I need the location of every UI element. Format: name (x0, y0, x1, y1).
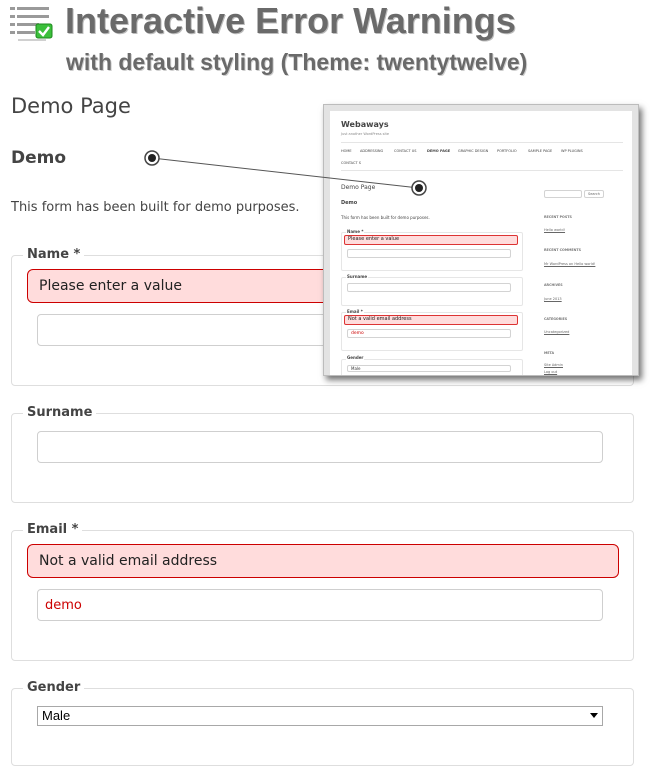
inset-nav-home: HOME (341, 149, 352, 153)
inset-gender-value: Male (351, 366, 361, 371)
inset-meta-link-logout: Log out (544, 370, 558, 374)
gender-fieldset: Gender Male (11, 680, 634, 766)
inset-page-heading: Demo Page (341, 184, 376, 191)
inset-meta: META (544, 351, 555, 355)
intro-text: This form has been built for demo purpos… (11, 200, 300, 215)
inset-name-input (347, 249, 511, 258)
inset-recent-comments-link: Mr WordPress on Hello world! (544, 262, 596, 266)
inset-nav-addressing: ADDRESSING (360, 149, 384, 153)
inset-site-title: Webaways (341, 120, 389, 129)
callout-start-dot-core (148, 154, 156, 162)
inset-nav-sample: SAMPLE PAGE (528, 149, 553, 153)
inset-nav-demo: DEMO PAGE (427, 149, 451, 153)
gender-select[interactable]: Male (37, 706, 603, 726)
inset-tagline: Just another WordPress site (341, 132, 390, 136)
inset-nav-graphic: GRAPHIC DESIGN (458, 149, 489, 153)
inset-email-input: demo (347, 329, 511, 338)
inset-nav-divider-bottom (341, 170, 623, 171)
inset-search-button: Search (584, 190, 604, 198)
email-error-message: Not a valid email address (27, 544, 619, 578)
callout-start-dot (144, 150, 160, 166)
demo-page-heading: Demo Page (11, 94, 131, 118)
surname-fieldset: Surname (11, 405, 634, 503)
inset-recent-posts-link: Hello world! (544, 228, 566, 232)
inset-nav-portfolio: PORTFOLIO (497, 149, 517, 153)
inset-nav-contact-s: CONTACT S (341, 161, 361, 165)
inset-recent-posts: RECENT POSTS (544, 215, 572, 219)
inset-archives: ARCHIVES (544, 283, 563, 287)
checklist-icon (10, 7, 53, 41)
inset-meta-link-admin: Site Admin (544, 363, 563, 367)
email-label: Email * (23, 522, 83, 537)
inset-recent-comments: RECENT COMMENTS (544, 248, 582, 252)
inset-gender-label: Gender (346, 355, 365, 360)
surname-input[interactable] (37, 431, 603, 463)
inset-screenshot: Webaways Just another WordPress site HOM… (323, 104, 639, 376)
inset-name-label: Name * (346, 229, 365, 234)
inset-page: Webaways Just another WordPress site HOM… (330, 111, 632, 375)
inset-surname-label: Surname (346, 274, 369, 279)
inset-demo-heading: Demo (341, 200, 358, 206)
inset-nav-plugins: WP PLUGINS (561, 149, 583, 153)
email-fieldset: Email * Not a valid email address (11, 522, 634, 661)
gender-selected-value: Male (42, 708, 71, 723)
demo-heading: Demo (11, 148, 67, 168)
inset-categories: CATEGORIES (544, 317, 568, 321)
inset-nav-divider-top (341, 142, 623, 143)
inset-email-label: Email * (346, 309, 364, 314)
gender-label: Gender (23, 680, 85, 695)
inset-categories-link: Uncategorized (544, 330, 570, 334)
inset-email-error: Not a valid email address (344, 315, 518, 325)
inset-name-error: Please enter a value (344, 235, 518, 245)
surname-label: Surname (23, 405, 97, 420)
inset-intro: This form has been built for demo purpos… (341, 215, 430, 220)
inset-search-input (544, 190, 582, 198)
page-title: Interactive Error Warnings (65, 0, 516, 41)
dropdown-arrow-icon (590, 713, 598, 718)
inset-archives-link: June 2013 (544, 297, 562, 301)
inset-nav-contact: CONTACT US (394, 149, 417, 153)
name-label: Name * (23, 247, 85, 262)
page-subtitle: with default styling (Theme: twentytwelv… (66, 49, 528, 75)
email-input[interactable] (37, 589, 603, 621)
inset-gender-select: Male (347, 365, 511, 372)
inset-surname-input (347, 283, 511, 292)
